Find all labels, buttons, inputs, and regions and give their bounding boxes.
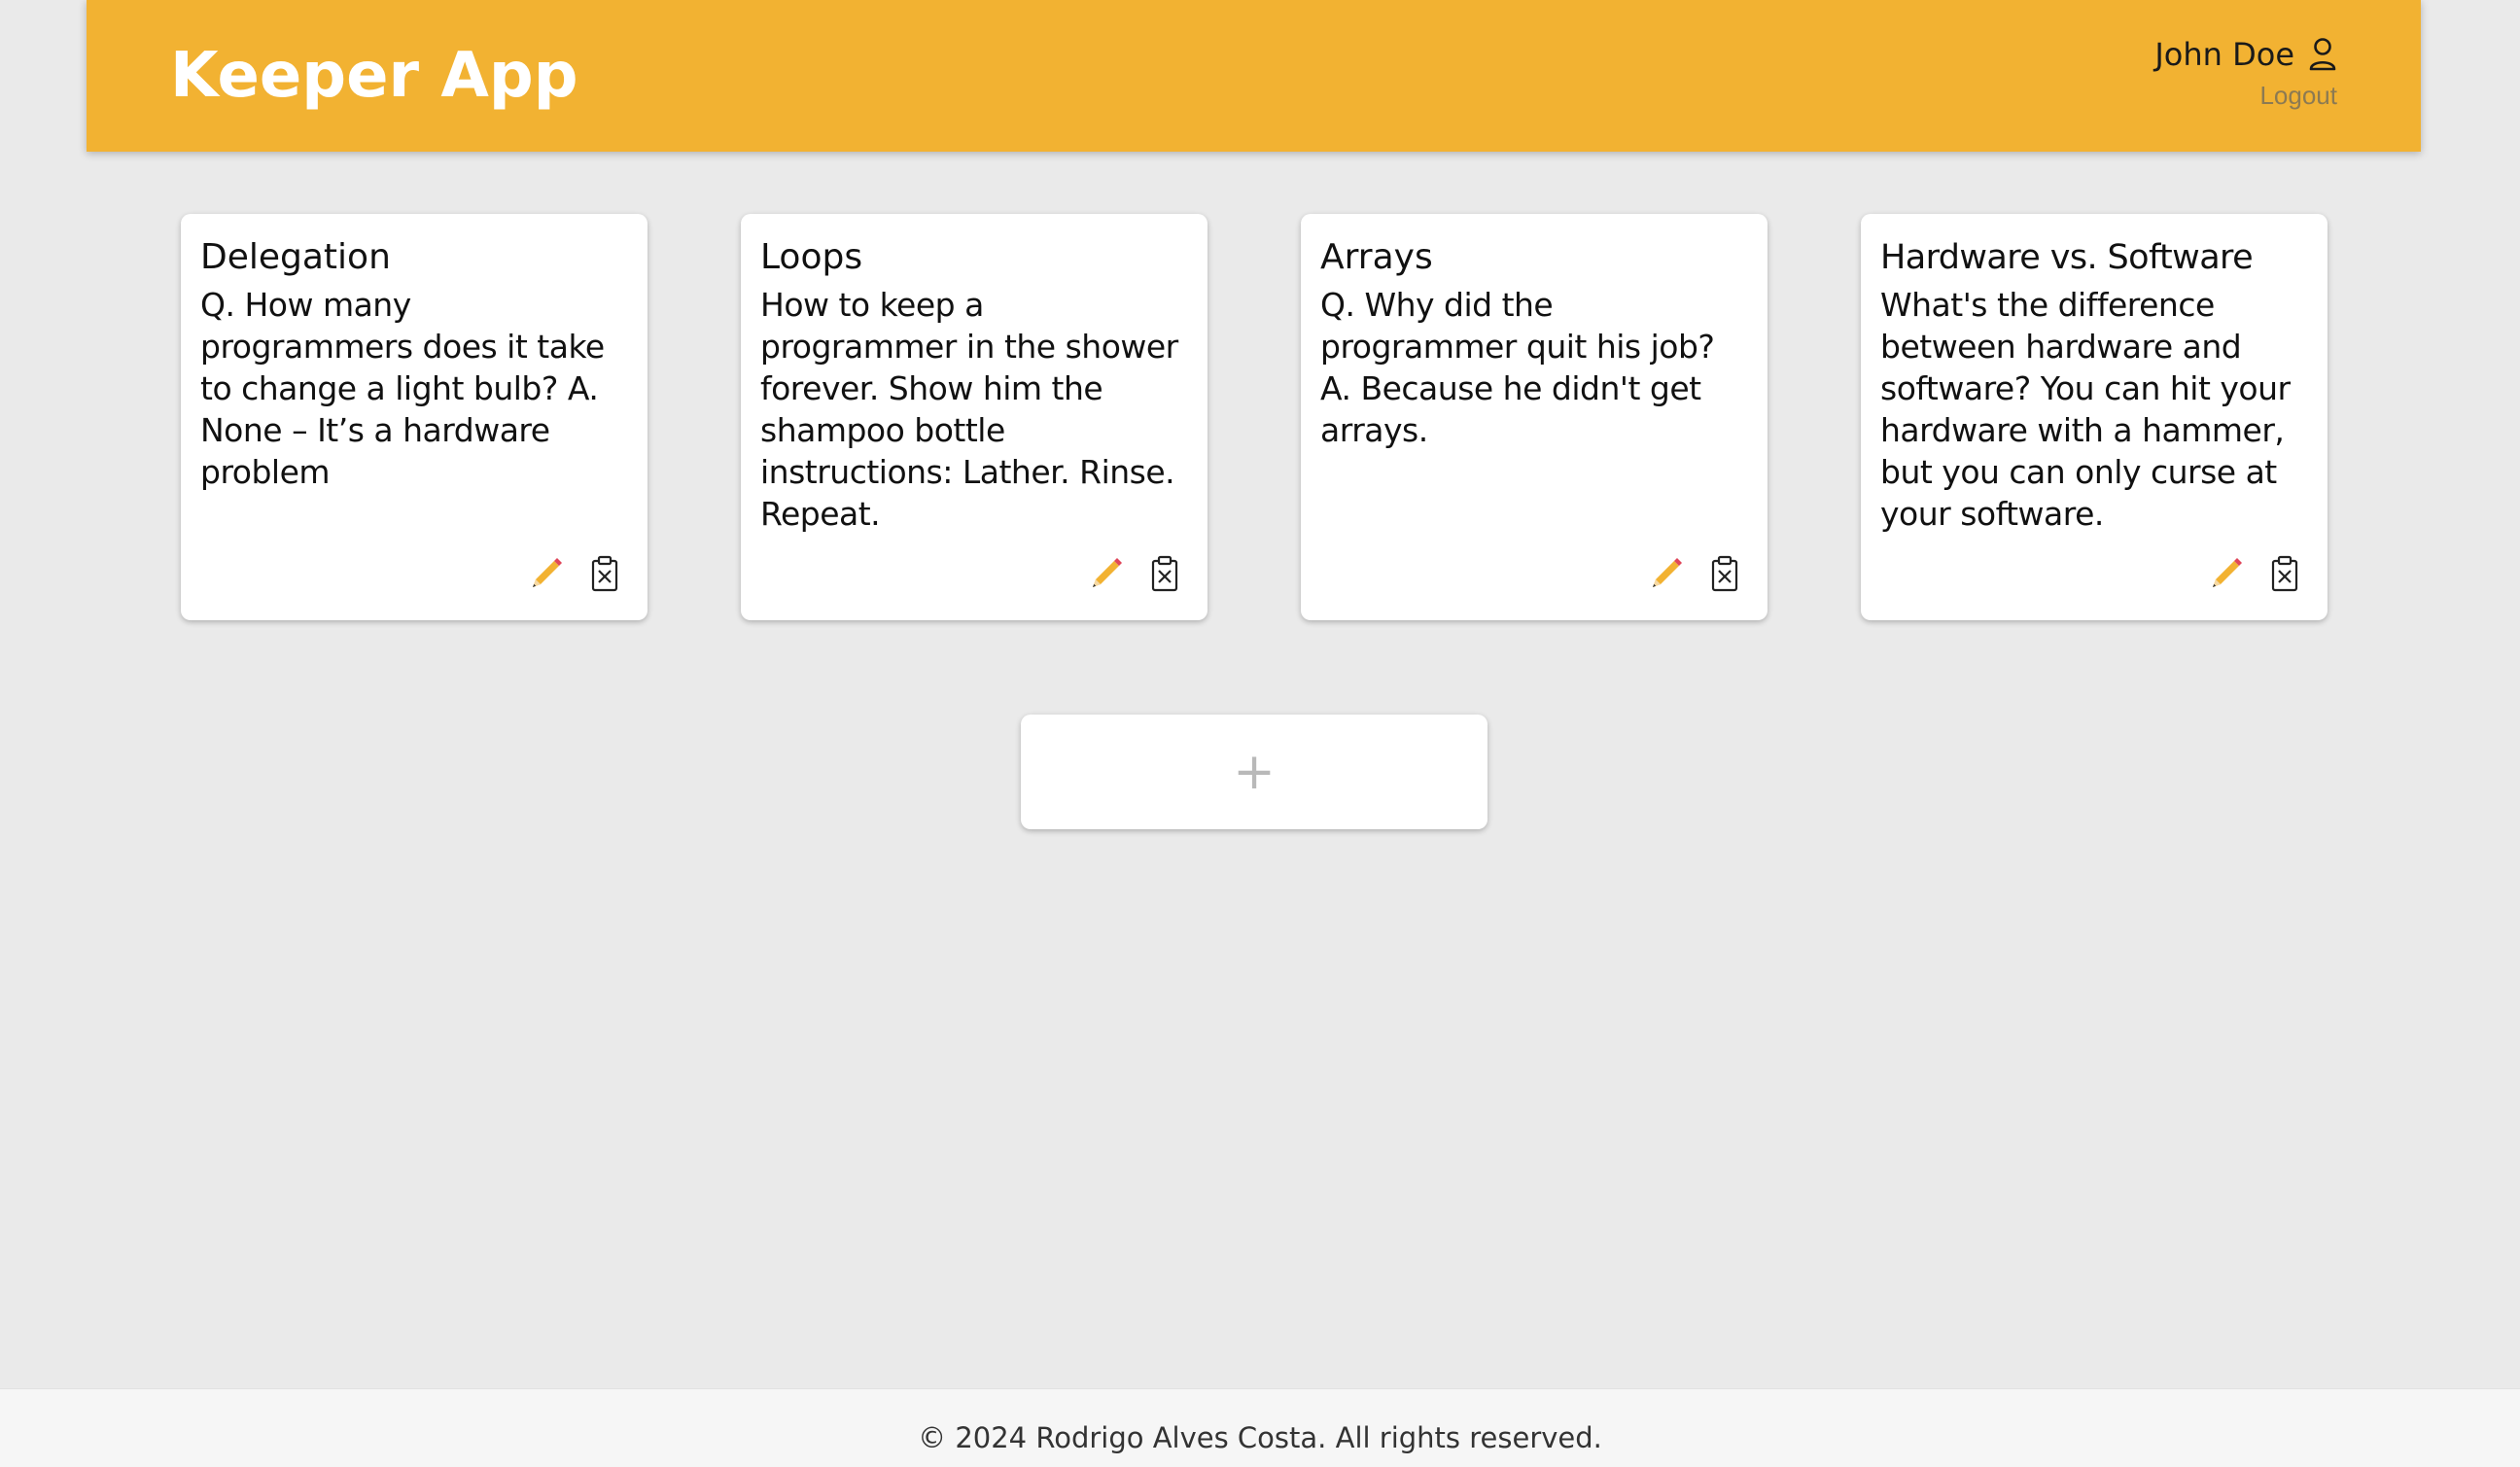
note-actions [1647, 554, 1744, 593]
logout-link[interactable]: Logout [2154, 80, 2337, 111]
note-card: Arrays Q. Why did the programmer quit hi… [1301, 214, 1768, 620]
note-card: Loops How to keep a programmer in the sh… [741, 214, 1208, 620]
user-icon [2308, 37, 2337, 72]
edit-note-button[interactable] [2207, 554, 2246, 593]
note-content: How to keep a programmer in the shower f… [760, 286, 1178, 533]
copyright-text: © 2024 Rodrigo Alves Costa. All rights r… [918, 1421, 1602, 1454]
edit-note-button[interactable] [1647, 554, 1686, 593]
delete-clipboard-icon [1705, 554, 1744, 593]
app-title: Keeper App [170, 40, 578, 112]
note-actions [1087, 554, 1184, 593]
user-row[interactable]: John Doe [2154, 33, 2337, 76]
delete-note-button[interactable] [2265, 554, 2304, 593]
note-title: Loops [760, 237, 863, 277]
edit-note-button[interactable] [1087, 554, 1126, 593]
note-title: Delegation [200, 237, 391, 277]
note-card: Hardware vs. Software What's the differe… [1861, 214, 2328, 620]
delete-note-button[interactable] [1705, 554, 1744, 593]
delete-note-button[interactable] [585, 554, 624, 593]
add-note-button[interactable]: + [1021, 715, 1488, 829]
note-actions [527, 554, 624, 593]
note-title: Arrays [1320, 237, 1433, 277]
note-content: What's the difference between hardware a… [1880, 286, 2291, 533]
delete-note-button[interactable] [1145, 554, 1184, 593]
pencil-icon [1647, 554, 1686, 593]
user-menu: John Doe Logout [2154, 33, 2337, 111]
note-title: Hardware vs. Software [1880, 238, 2254, 277]
note-content: Q. How many programmers does it take to … [200, 286, 605, 491]
pencil-icon [2207, 554, 2246, 593]
edit-note-button[interactable] [527, 554, 566, 593]
note-content: Q. Why did the programmer quit his job? … [1320, 286, 1715, 449]
app-header: Keeper App John Doe Logout [87, 0, 2421, 152]
note-actions [2207, 554, 2304, 593]
pencil-icon [1087, 554, 1126, 593]
delete-clipboard-icon [2265, 554, 2304, 593]
page-footer: © 2024 Rodrigo Alves Costa. All rights r… [0, 1388, 2520, 1467]
note-card: Delegation Q. How many programmers does … [181, 214, 648, 620]
user-name: John Doe [2154, 36, 2294, 73]
delete-clipboard-icon [1145, 554, 1184, 593]
pencil-icon [527, 554, 566, 593]
delete-clipboard-icon [585, 554, 624, 593]
